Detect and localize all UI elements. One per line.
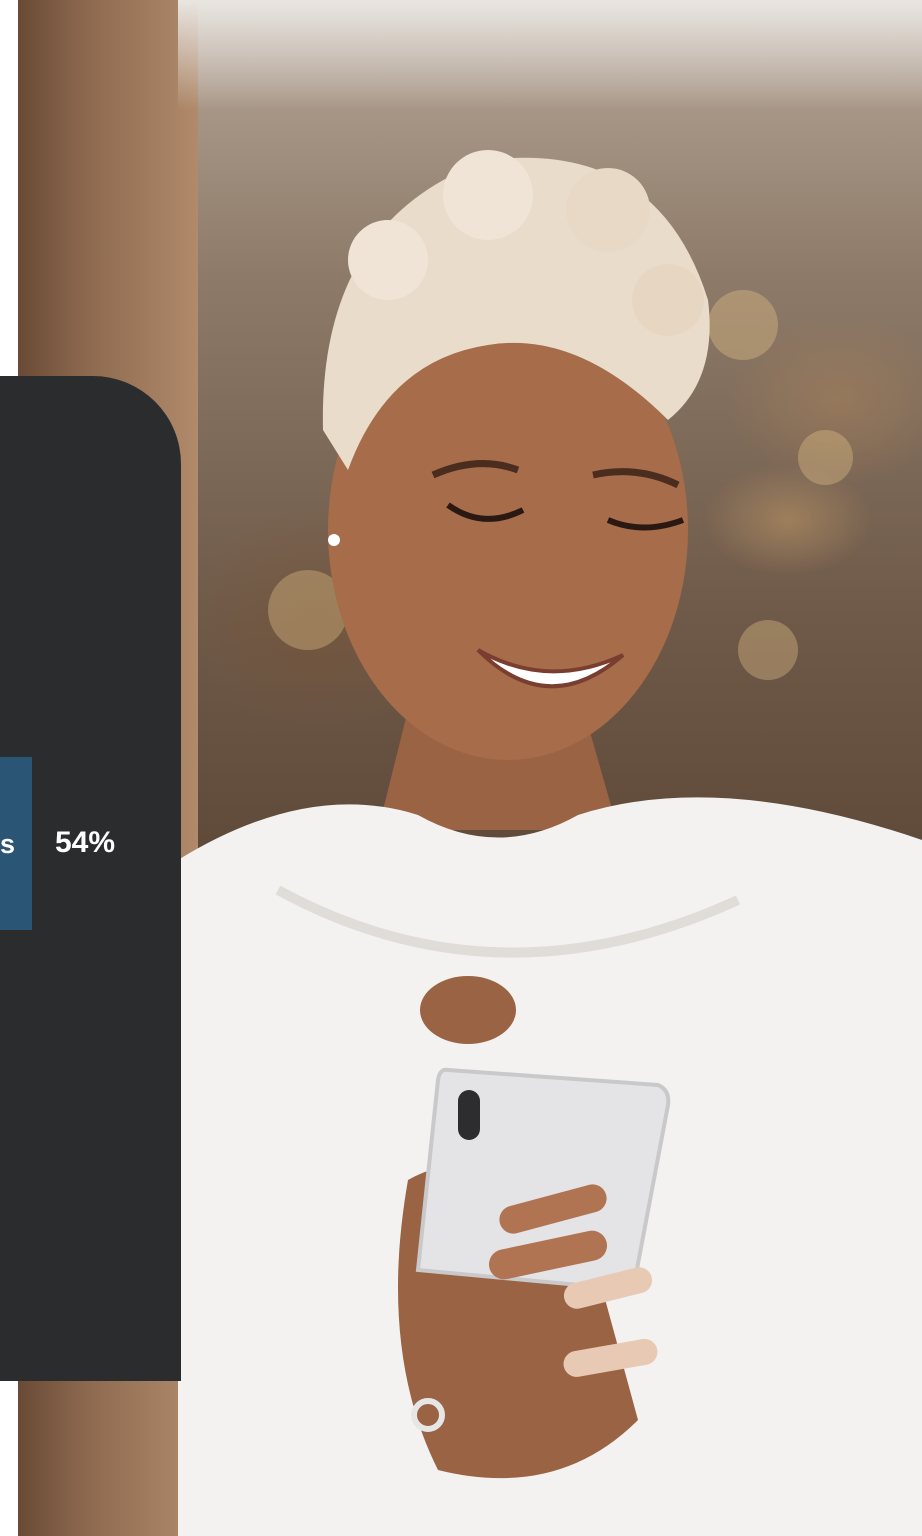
- stat-percentage: 54%: [55, 826, 116, 859]
- stat-bar-label: s: [0, 829, 16, 859]
